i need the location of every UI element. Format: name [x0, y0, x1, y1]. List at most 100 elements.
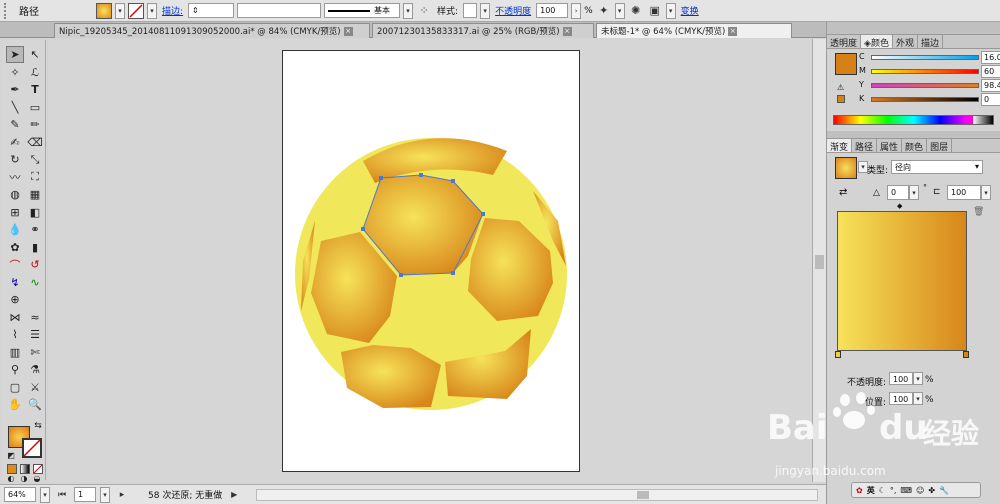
fill-swatch[interactable]: [96, 2, 112, 19]
horizontal-scrollbar[interactable]: [256, 488, 818, 501]
reshape-tool-icon[interactable]: ↺: [26, 256, 44, 273]
angle-dropdown[interactable]: ▾: [909, 185, 919, 200]
recolor-dropdown[interactable]: ▾: [614, 2, 625, 19]
style-dropdown[interactable]: ▾: [480, 2, 491, 19]
aspect-ratio-field[interactable]: 100: [947, 185, 981, 200]
draw-normal-icon[interactable]: ◐: [5, 474, 17, 483]
line-tool-icon[interactable]: ╲: [6, 99, 24, 116]
color-spectrum-bar[interactable]: [833, 115, 994, 125]
target-tool-icon[interactable]: ⊕: [6, 291, 24, 308]
tab-document-2[interactable]: 20071230135833317.ai @ 25% (RGB/预览) ×: [372, 23, 594, 38]
brush-definition-icon[interactable]: ⁘: [416, 3, 432, 19]
eyedropper-tool-icon[interactable]: 💧: [6, 221, 24, 238]
yellow-slider[interactable]: Y 98.43 %: [859, 79, 1000, 93]
stroke-profile-dropdown[interactable]: ▾: [403, 2, 414, 19]
yellow-track[interactable]: [871, 83, 979, 88]
swap-fill-stroke-icon[interactable]: ⇆: [32, 420, 44, 432]
anchor-point[interactable]: [419, 173, 423, 177]
artboard-tool-icon[interactable]: ▢: [6, 379, 24, 396]
opacity-field[interactable]: 100: [536, 3, 569, 18]
soccer-ball-artwork[interactable]: [283, 51, 579, 471]
gradient-slider-bar[interactable]: [837, 211, 967, 351]
control-bar-grip[interactable]: [4, 2, 10, 19]
chart-tool-icon[interactable]: ▥: [6, 344, 24, 361]
symbol-sprayer-tool-icon[interactable]: ✿: [6, 239, 24, 256]
gradient-mode-icon[interactable]: [20, 464, 30, 474]
color-swatch-small[interactable]: [837, 95, 845, 103]
delete-stop-icon[interactable]: 🗑: [973, 207, 984, 217]
opacity-link[interactable]: 不透明度: [493, 4, 533, 17]
out-of-gamut-warning-icon[interactable]: ⚠: [837, 83, 844, 92]
scale-tool-icon[interactable]: ⤡: [26, 151, 44, 168]
anchor-point[interactable]: [481, 212, 485, 216]
tab-transparency[interactable]: 透明度: [827, 35, 862, 49]
color-mode-icon[interactable]: [7, 464, 17, 474]
ime-logo-icon[interactable]: ✿: [856, 486, 863, 495]
stroke-dropdown[interactable]: ▾: [147, 2, 157, 19]
width-tool-icon[interactable]: ⌒: [6, 256, 24, 273]
tab-color[interactable]: ◈颜色: [861, 35, 893, 49]
scroll-thumb[interactable]: [637, 490, 650, 499]
tab-document-3[interactable]: 未标题-1* @ 64% (CMYK/预览) ×: [596, 23, 792, 38]
shape-builder-tool-icon[interactable]: ◍: [6, 186, 24, 203]
close-icon[interactable]: ×: [728, 27, 738, 36]
anchor-point[interactable]: [361, 227, 365, 231]
reverse-gradient-icon[interactable]: ⇄: [839, 187, 847, 198]
stroke-swatch-none[interactable]: [128, 2, 144, 19]
variable-width-field[interactable]: [237, 3, 322, 18]
selection-tool-icon[interactable]: ➤: [6, 46, 24, 63]
status-menu-arrow-icon[interactable]: ▶: [226, 487, 242, 503]
ime-tools-icon[interactable]: 🔧: [939, 486, 949, 495]
magenta-slider[interactable]: M 60 %: [859, 65, 1000, 79]
eraser-tool-icon[interactable]: ⌫: [26, 134, 44, 151]
gradient-stop-right[interactable]: [963, 351, 969, 358]
fill-dropdown[interactable]: ▾: [115, 2, 125, 19]
default-colors-icon[interactable]: ◩: [6, 450, 16, 460]
stroke-profile-field[interactable]: 基本: [324, 3, 401, 18]
graph-tool-icon[interactable]: ⌇: [6, 326, 24, 343]
gradient-stop-left[interactable]: [835, 351, 841, 358]
black-slider[interactable]: K 0 %: [859, 93, 1000, 107]
cyan-track[interactable]: [871, 55, 979, 60]
document-setup-icon[interactable]: ✺: [628, 3, 644, 19]
warp-tool-icon[interactable]: 〰: [6, 169, 24, 186]
aspect-ratio-dropdown[interactable]: ▾: [981, 185, 991, 200]
stroke-color-swatch[interactable]: [22, 438, 42, 458]
paintbrush-tool-icon[interactable]: ✎: [6, 116, 24, 133]
tab-color-2[interactable]: 颜色: [902, 139, 928, 153]
angle-field[interactable]: 0: [887, 185, 909, 200]
free-transform-tool-icon[interactable]: ⛶: [26, 169, 44, 186]
gradient-midpoint-icon[interactable]: ◆: [897, 202, 902, 210]
magenta-value[interactable]: 60: [981, 65, 1000, 78]
align-dropdown[interactable]: ▾: [665, 2, 676, 19]
none-mode-icon[interactable]: [33, 464, 43, 474]
tab-layers[interactable]: 图层: [927, 139, 953, 153]
panel-dock-header[interactable]: [827, 22, 1000, 35]
tab-appearance[interactable]: 外观: [893, 35, 918, 49]
canvas-area[interactable]: [48, 39, 812, 482]
tab-stroke[interactable]: 描边: [918, 35, 943, 49]
lasso-tool-icon[interactable]: ℒ: [26, 64, 44, 81]
perspective-grid-tool-icon[interactable]: ▦: [26, 186, 44, 203]
draw-inside-icon[interactable]: ◒: [31, 474, 43, 483]
scroll-thumb[interactable]: [815, 255, 824, 269]
recolor-artwork-icon[interactable]: ✦: [596, 3, 612, 19]
anchor-point[interactable]: [451, 179, 455, 183]
first-artboard-icon[interactable]: ⏮: [54, 487, 70, 503]
close-icon[interactable]: ×: [343, 27, 353, 36]
align-icon[interactable]: ▣: [647, 3, 663, 19]
ime-punct-icon[interactable]: °,: [890, 486, 897, 495]
opacity-dropdown[interactable]: ›: [571, 2, 582, 19]
anchor-point[interactable]: [399, 273, 403, 277]
artboard[interactable]: [282, 50, 580, 472]
magenta-track[interactable]: [871, 69, 979, 74]
zoom-field[interactable]: 64%: [4, 487, 36, 502]
stroke-weight-field[interactable]: ⇕: [188, 3, 235, 18]
mesh-tool-icon[interactable]: ⊞: [6, 204, 24, 221]
next-artboard-icon[interactable]: ▸: [114, 487, 130, 503]
knife-tool-icon[interactable]: ⚔: [26, 379, 44, 396]
pen-tool-icon[interactable]: ✒: [6, 81, 24, 98]
ime-user-icon[interactable]: ☺: [916, 486, 924, 495]
tab-gradient[interactable]: 渐变: [827, 139, 853, 153]
ime-keyboard-icon[interactable]: ⌨: [900, 486, 912, 495]
